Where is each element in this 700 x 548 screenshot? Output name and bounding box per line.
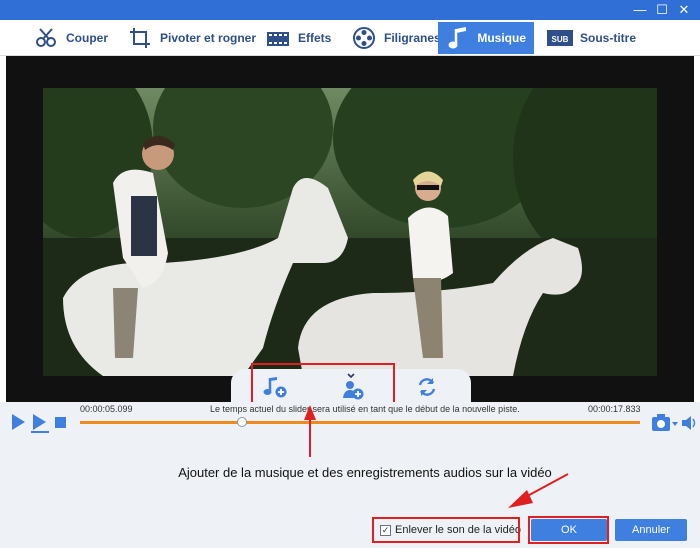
mute-audio-label: Enlever le son de la vidéo <box>395 524 521 536</box>
ok-button[interactable]: OK <box>531 519 607 541</box>
cancel-button[interactable]: Annuler <box>615 519 687 541</box>
checkbox-box[interactable]: ✓ <box>380 524 391 536</box>
annotation-caption: Ajouter de la musique et des enregistrem… <box>178 465 552 480</box>
mute-audio-checkbox[interactable]: ✓ Enlever le son de la vidéo <box>380 524 521 536</box>
